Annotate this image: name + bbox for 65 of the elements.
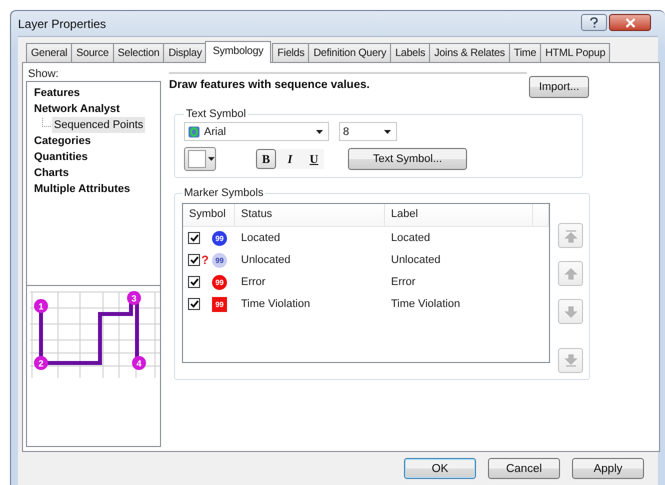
- tab[interactable]: Joins & Relates: [429, 43, 510, 62]
- label-cell-text: Error: [390, 276, 416, 288]
- style-toggle[interactable]: U: [304, 149, 324, 169]
- checkbox[interactable]: [188, 298, 200, 310]
- question-mark: ?: [201, 253, 209, 267]
- tree-item[interactable]: Network Analyst: [32, 101, 122, 117]
- tab[interactable]: Labels: [390, 43, 430, 62]
- status-cell-text: Time Violation: [240, 298, 312, 310]
- column-header: Status: [235, 204, 385, 226]
- dropdown-arrow-icon: [316, 130, 323, 134]
- dropdown-arrow-icon: [384, 130, 391, 134]
- dialog-button[interactable]: OK: [404, 458, 476, 479]
- font-dropdown[interactable]: Arial: [184, 122, 329, 141]
- column-header: Symbol: [183, 204, 235, 226]
- description-text: Draw features with sequence values.: [169, 72, 528, 91]
- import-button[interactable]: Import...: [529, 76, 589, 98]
- tree-item[interactable]: Categories: [32, 133, 93, 149]
- move-to-bottom-icon: [564, 354, 578, 368]
- label-cell-text: Unlocated: [390, 254, 442, 266]
- size-dropdown[interactable]: 8: [339, 122, 397, 141]
- checkbox[interactable]: [188, 276, 200, 288]
- show-label: Show:: [27, 67, 60, 81]
- tree-item[interactable]: Sequenced Points: [52, 117, 146, 133]
- font-value: Arial: [204, 126, 226, 138]
- window-title: Layer Properties: [18, 16, 106, 30]
- up-arrow-icon: [564, 266, 578, 280]
- dropdown-arrow-icon: [208, 157, 215, 161]
- tab[interactable]: HTML Popup: [540, 43, 610, 62]
- help-icon: [589, 17, 599, 28]
- tree-item[interactable]: Quantities: [32, 149, 90, 165]
- group-title: Text Symbol: [185, 108, 247, 120]
- tab[interactable]: Display: [163, 43, 207, 62]
- status-cell-text: Error: [240, 276, 266, 288]
- help-button[interactable]: [581, 14, 607, 31]
- down-arrow-icon: [564, 304, 578, 318]
- status-cell-text: Unlocated: [240, 254, 292, 266]
- dialog-button[interactable]: Cancel: [488, 458, 560, 479]
- tab[interactable]: Fields: [272, 43, 310, 62]
- size-value: 8: [343, 126, 350, 138]
- style-toggle[interactable]: B: [256, 149, 276, 169]
- tab[interactable]: Symbology: [204, 41, 272, 63]
- tab[interactable]: Selection: [112, 43, 164, 62]
- close-icon: [624, 18, 636, 28]
- font-icon: [188, 126, 200, 138]
- tree-item[interactable]: Multiple Attributes: [32, 181, 132, 197]
- color-picker[interactable]: [184, 147, 216, 171]
- dialog-button[interactable]: Apply: [572, 458, 644, 479]
- tab[interactable]: Definition Query: [308, 43, 392, 62]
- text-symbol-button[interactable]: Text Symbol...: [348, 148, 467, 170]
- tab[interactable]: Source: [71, 43, 114, 62]
- tree-item[interactable]: Features: [32, 85, 82, 101]
- tree-item[interactable]: Charts: [32, 165, 71, 181]
- symbol-preview-drawing: 1 2 3 4: [27, 286, 160, 378]
- checkbox[interactable]: [188, 254, 200, 266]
- move-to-top-icon: [564, 228, 578, 242]
- status-cell-text: Located: [240, 232, 282, 244]
- close-button[interactable]: [609, 14, 651, 31]
- tab[interactable]: General: [26, 43, 72, 62]
- tab[interactable]: Time: [508, 43, 542, 62]
- label-cell-text: Time Violation: [390, 298, 462, 310]
- label-cell-text: Located: [390, 232, 432, 244]
- style-toggle[interactable]: I: [280, 149, 300, 169]
- checkbox[interactable]: [188, 232, 200, 244]
- group-title: Marker Symbols: [183, 187, 264, 199]
- column-header: Label: [385, 204, 533, 226]
